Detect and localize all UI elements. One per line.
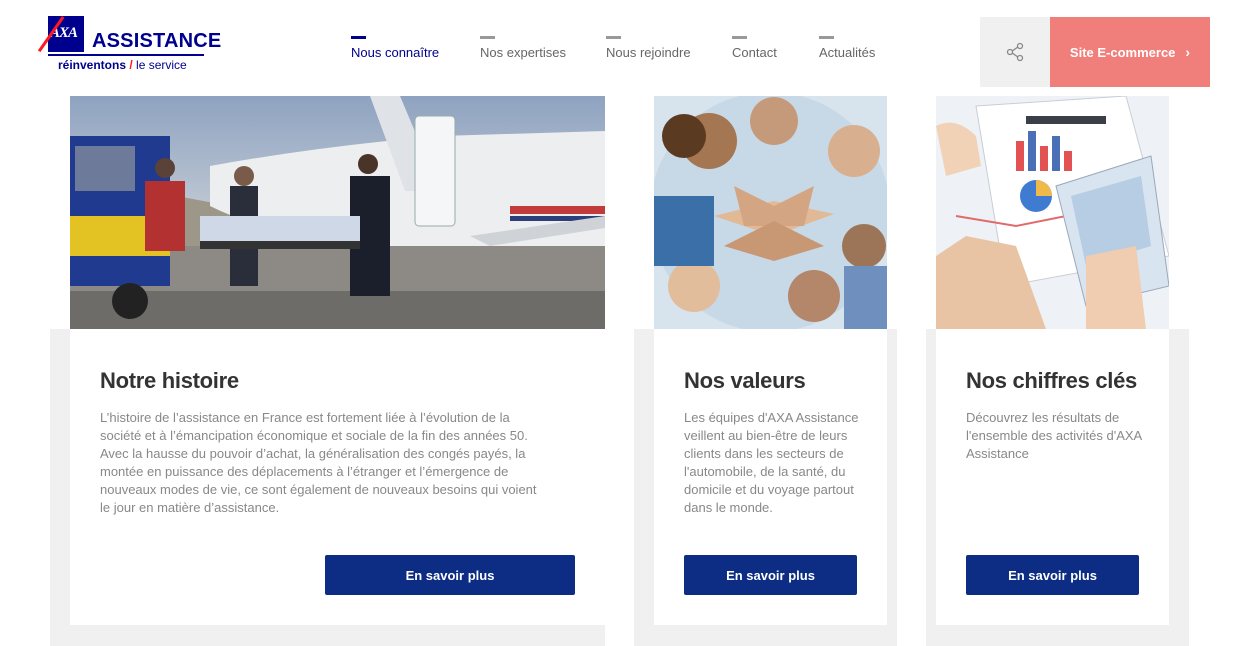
nav-contact[interactable]: Contact — [732, 36, 777, 60]
card-title: Nos chiffres clés — [966, 368, 1137, 393]
axa-assistance-logo[interactable]: AXA ASSISTANCE réinventons / le service — [37, 16, 221, 76]
nav-nous-rejoindre[interactable]: Nous rejoindre — [606, 36, 691, 60]
card-notre-histoire: Notre histoire L’histoire de l’assistanc… — [70, 96, 605, 625]
charts-tablet-photo — [936, 96, 1169, 329]
medical-evacuation-plane-photo — [70, 96, 605, 329]
axa-logo-mark: AXA — [37, 16, 84, 53]
card-body: Découvrez les résultats de l'ensemble de… — [966, 410, 1142, 461]
en-savoir-plus-button[interactable]: En savoir plus — [684, 555, 857, 595]
card-nos-valeurs: Nos valeurs Les équipes d'AXA Assistance… — [654, 96, 887, 625]
card-body: L’histoire de l’assistance en France est… — [100, 410, 537, 515]
team-hands-together-photo — [654, 96, 887, 329]
chevron-right-icon: › — [1185, 44, 1191, 60]
card-nos-chiffres-cles: Nos chiffres clés Découvrez les résultat… — [936, 96, 1169, 625]
card-title: Notre histoire — [100, 368, 239, 393]
en-savoir-plus-button[interactable]: En savoir plus — [325, 555, 575, 595]
nav-nos-expertises[interactable]: Nos expertises — [480, 36, 566, 60]
logo-brand: ASSISTANCE — [92, 30, 222, 52]
card-title: Nos valeurs — [684, 368, 806, 393]
nav-actualites[interactable]: Actualités — [819, 36, 875, 60]
logo-tagline: réinventons / le service — [58, 58, 187, 72]
share-icon — [1006, 42, 1024, 62]
en-savoir-plus-button[interactable]: En savoir plus — [966, 555, 1139, 595]
ecommerce-label: Site E-commerce — [1069, 44, 1176, 60]
card-body: Les équipes d'AXA Assistance veillent au… — [684, 410, 859, 515]
ecommerce-button[interactable]: Site E-commerce › — [1050, 17, 1210, 87]
nav-nous-connaitre[interactable]: Nous connaître — [351, 36, 439, 60]
share-button[interactable] — [980, 17, 1050, 87]
